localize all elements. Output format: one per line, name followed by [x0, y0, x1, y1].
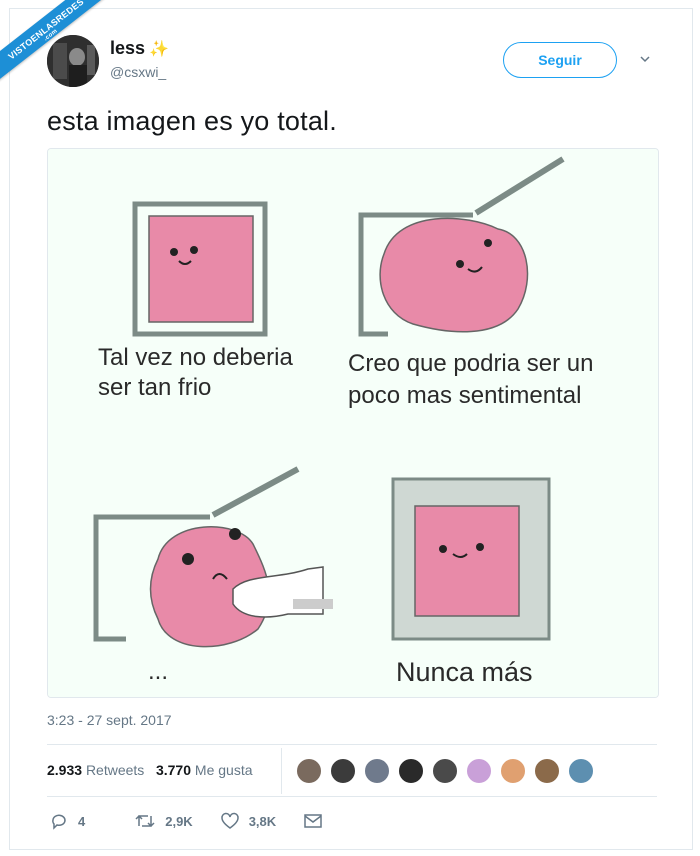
engagement-stats: 2.933 Retweets 3.770 Me gusta [47, 762, 253, 778]
liker-avatar[interactable] [466, 758, 492, 784]
likes-label: Me gusta [194, 762, 253, 778]
panel3-text: ... [148, 658, 168, 685]
liker-avatar[interactable] [364, 758, 390, 784]
panel4-text: Nunca más [396, 657, 533, 687]
retweet-count: 2,9K [165, 813, 193, 829]
liker-avatar[interactable] [568, 758, 594, 784]
reply-icon [52, 814, 66, 830]
panel1-line1: Tal vez no deberia [98, 344, 293, 371]
author-name[interactable]: less ✨ [110, 38, 169, 59]
panel2-line2: poco mas sentimental [348, 382, 581, 409]
like-button[interactable]: 3,8K [220, 812, 277, 830]
tweet-media[interactable]: Tal vez no deberia ser tan frio Creo que… [47, 148, 659, 698]
comic-image: Tal vez no deberia ser tan frio Creo que… [48, 149, 658, 697]
liker-avatar[interactable] [296, 758, 322, 784]
retweet-stat[interactable]: 2.933 Retweets [47, 762, 144, 778]
divider [47, 744, 657, 745]
likes-count: 3.770 [155, 762, 192, 778]
liker-avatar[interactable] [330, 758, 356, 784]
reply-button[interactable]: 4 [50, 812, 85, 830]
retweets-count: 2.933 [47, 762, 83, 778]
tweet-text: esta imagen es yo total. [47, 106, 337, 136]
liker-avatar[interactable] [398, 758, 424, 784]
envelope-icon [304, 814, 322, 828]
retweets-label: Retweets [85, 762, 145, 778]
tweet-actions: 4 2,9K 3,8K [50, 812, 360, 830]
liker-avatar[interactable] [500, 758, 526, 784]
like-count: 3,8K [248, 813, 277, 829]
liker-avatar[interactable] [432, 758, 458, 784]
author-handle[interactable]: @csxwi_ [110, 64, 166, 80]
sparkle-icon: ✨ [149, 41, 169, 58]
retweet-button[interactable]: 2,9K [135, 812, 193, 830]
stats-separator [281, 748, 282, 794]
heart-icon [220, 812, 239, 829]
follow-button[interactable]: Seguir [503, 42, 617, 78]
likers-avatars [296, 758, 602, 784]
likes-stat[interactable]: 3.770 Me gusta [156, 762, 253, 778]
chevron-down-icon[interactable] [640, 54, 650, 64]
reply-count: 4 [78, 813, 86, 829]
retweet-icon [135, 814, 155, 828]
timestamp[interactable]: 3:23 - 27 sept. 2017 [47, 712, 172, 728]
liker-avatar[interactable] [534, 758, 560, 784]
panel1-line2: ser tan frio [98, 374, 211, 401]
panel2-line1: Creo que podria ser un [348, 350, 593, 377]
dm-button[interactable] [304, 813, 332, 829]
avatar[interactable] [47, 35, 99, 87]
divider [47, 796, 657, 797]
